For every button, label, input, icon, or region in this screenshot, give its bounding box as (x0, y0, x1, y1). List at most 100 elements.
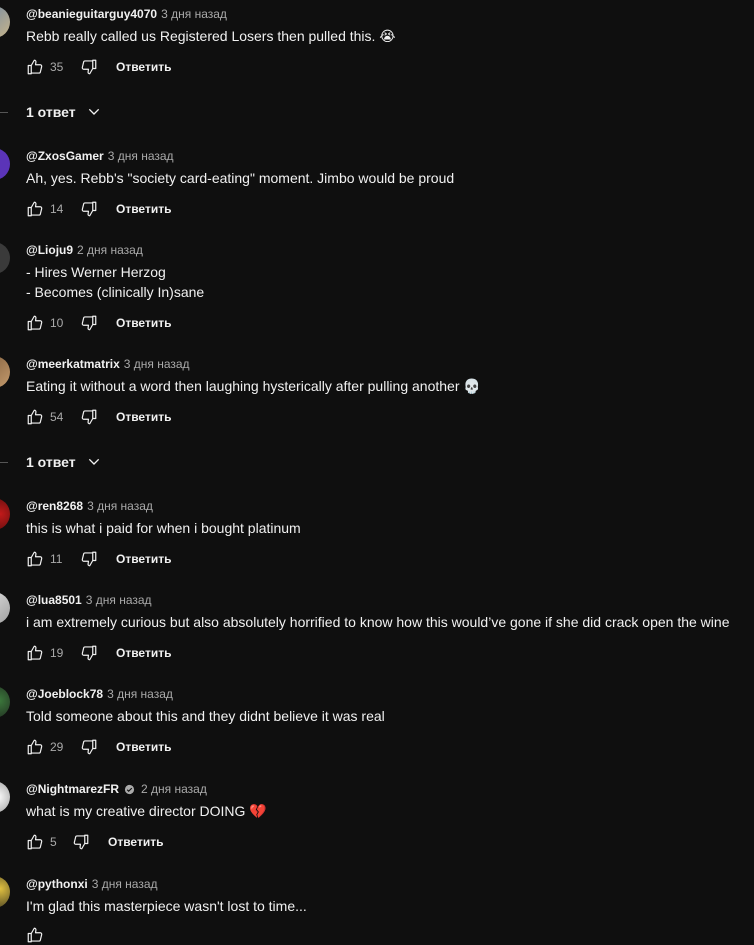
thumbs-down-icon[interactable] (80, 644, 98, 662)
thumbs-down-icon[interactable] (80, 314, 98, 332)
thumbs-up-icon[interactable] (26, 926, 44, 944)
thread-line (0, 462, 8, 463)
avatar[interactable] (0, 6, 10, 38)
comment-line: Ah, yes. Rebb's "society card-eating" mo… (26, 170, 455, 186)
comment-line: Told someone about this and they didnt b… (26, 708, 385, 724)
comment-meta: @beanieguitarguy4070 3 дня назад (26, 6, 227, 22)
comment-time[interactable]: 3 дня назад (108, 148, 174, 164)
thumbs-down-icon[interactable] (80, 408, 98, 426)
avatar[interactable] (0, 592, 10, 624)
comment-text: I'm glad this masterpiece wasn't lost to… (26, 896, 307, 916)
thumbs-up-icon[interactable] (26, 408, 44, 426)
comment-author[interactable]: @Joeblock78 (26, 686, 103, 702)
reply-button[interactable]: Ответить (116, 646, 171, 660)
avatar[interactable] (0, 781, 10, 813)
like-count: 54 (50, 410, 64, 424)
thread-line (0, 112, 8, 113)
comment-actions (26, 925, 44, 945)
comment-actions: 5 Ответить (26, 832, 163, 852)
replies-toggle-button[interactable]: 1 ответ (0, 450, 200, 474)
comment-time[interactable]: 2 дня назад (77, 242, 143, 258)
comment-meta: @pythonxi 3 дня назад (26, 876, 158, 892)
thumbs-up-icon[interactable] (26, 550, 44, 568)
comment-time[interactable]: 3 дня назад (87, 498, 153, 514)
comment-time[interactable]: 3 дня назад (124, 356, 190, 372)
like-count: 10 (50, 316, 64, 330)
replies-count-label: 1 ответ (26, 454, 76, 470)
comment-text: Eating it without a word then laughing h… (26, 376, 481, 396)
comment-time[interactable]: 2 дня назад (141, 781, 207, 797)
like-count: 5 (50, 835, 57, 849)
avatar[interactable] (0, 148, 10, 180)
like-count: 35 (50, 60, 64, 74)
chevron-down-icon (88, 458, 99, 465)
comment-author[interactable]: @beanieguitarguy4070 (26, 6, 157, 22)
reply-button[interactable]: Ответить (108, 835, 163, 849)
comment-text: i am extremely curious but also absolute… (26, 612, 729, 632)
like-count: 29 (50, 740, 64, 754)
comment-actions: 14 Ответить (26, 199, 171, 219)
comment-actions: 54 Ответить (26, 407, 171, 427)
comment-line: Rebb really called us Registered Losers … (26, 28, 396, 44)
comment-line: what is my creative director DOING 💔 (26, 803, 267, 819)
comment-line: i am extremely curious but also absolute… (26, 614, 730, 630)
thumbs-down-icon[interactable] (72, 833, 90, 851)
comment-meta: @ren8268 3 дня назад (26, 498, 153, 514)
thumbs-up-icon[interactable] (26, 833, 44, 851)
comment-text: Rebb really called us Registered Losers … (26, 26, 396, 46)
thumbs-up-icon[interactable] (26, 314, 44, 332)
avatar[interactable] (0, 686, 10, 718)
comment-meta: @Joeblock78 3 дня назад (26, 686, 173, 702)
comment-text: - Hires Werner Herzog - Becomes (clinica… (26, 262, 204, 302)
comment-line: - Becomes (clinically In)sane (26, 284, 205, 300)
comment-author[interactable]: @NightmarezFR (26, 781, 119, 797)
reply-button[interactable]: Ответить (116, 202, 171, 216)
comment-time[interactable]: 3 дня назад (161, 6, 227, 22)
avatar[interactable] (0, 242, 10, 274)
comment-meta: @meerkatmatrix 3 дня назад (26, 356, 190, 372)
comment-author[interactable]: @lua8501 (26, 592, 82, 608)
comment-actions: 11 Ответить (26, 549, 171, 569)
reply-button[interactable]: Ответить (116, 740, 171, 754)
comment-time[interactable]: 3 дня назад (86, 592, 152, 608)
reply-button[interactable]: Ответить (116, 60, 171, 74)
comment-actions: 10 Ответить (26, 313, 171, 333)
comments-section: @beanieguitarguy4070 3 дня назад Rebb re… (0, 0, 754, 943)
comment-actions: 19 Ответить (26, 643, 171, 663)
comment-text: Told someone about this and they didnt b… (26, 706, 385, 726)
comment-author[interactable]: @pythonxi (26, 876, 88, 892)
comment-line: I'm glad this masterpiece wasn't lost to… (26, 898, 307, 914)
comment-actions: 35 Ответить (26, 57, 171, 77)
reply-button[interactable]: Ответить (116, 552, 171, 566)
thumbs-down-icon[interactable] (80, 550, 98, 568)
replies-count-label: 1 ответ (26, 104, 76, 120)
thumbs-down-icon[interactable] (80, 200, 98, 218)
thumbs-up-icon[interactable] (26, 738, 44, 756)
replies-toggle-button[interactable]: 1 ответ (0, 100, 200, 124)
chevron-down-icon (88, 108, 99, 115)
thumbs-down-icon[interactable] (80, 58, 98, 76)
comment-time[interactable]: 3 дня назад (92, 876, 158, 892)
reply-button[interactable]: Ответить (116, 410, 171, 424)
thumbs-up-icon[interactable] (26, 58, 44, 76)
thumbs-up-icon[interactable] (26, 200, 44, 218)
like-count: 11 (50, 552, 63, 566)
comment-meta: @lua8501 3 дня назад (26, 592, 152, 608)
comment-meta: @Lioju9 2 дня назад (26, 242, 143, 258)
comment-line: this is what i paid for when i bought pl… (26, 520, 301, 536)
comment-actions: 29 Ответить (26, 737, 171, 757)
comment-author[interactable]: @ZxosGamer (26, 148, 104, 164)
thumbs-up-icon[interactable] (26, 644, 44, 662)
avatar[interactable] (0, 498, 10, 530)
comment-author[interactable]: @ren8268 (26, 498, 83, 514)
comment-text: what is my creative director DOING 💔 (26, 801, 267, 821)
comment-author[interactable]: @Lioju9 (26, 242, 73, 258)
comment-time[interactable]: 3 дня назад (107, 686, 173, 702)
thumbs-down-icon[interactable] (80, 738, 98, 756)
avatar[interactable] (0, 356, 10, 388)
like-count: 14 (50, 202, 64, 216)
verified-badge-icon (124, 784, 135, 794)
avatar[interactable] (0, 876, 10, 908)
reply-button[interactable]: Ответить (116, 316, 171, 330)
comment-author[interactable]: @meerkatmatrix (26, 356, 120, 372)
